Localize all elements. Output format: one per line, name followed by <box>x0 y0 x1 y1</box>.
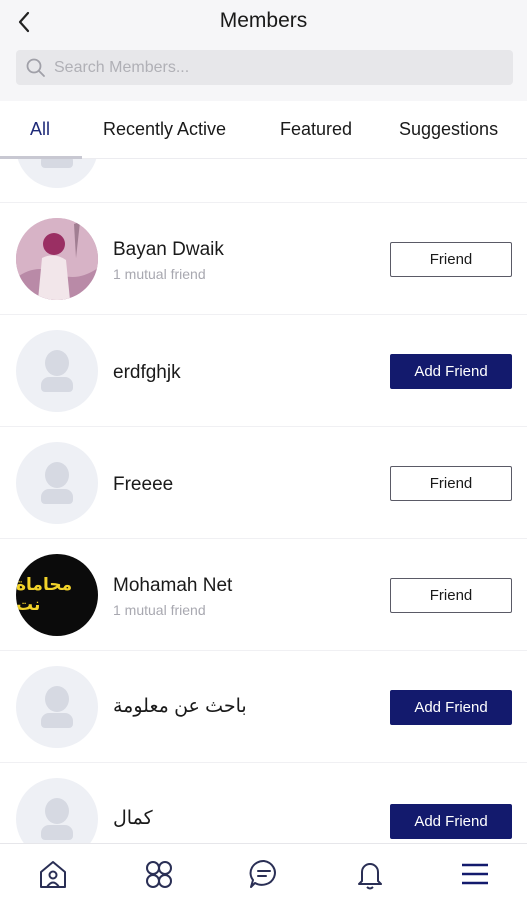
nav-groups[interactable] <box>139 856 179 892</box>
avatar[interactable] <box>16 218 98 300</box>
mutual-friends-count: 1 mutual friend <box>113 266 206 282</box>
list-item[interactable]: محاماة نت Mohamah Net 1 mutual friend Fr… <box>0 539 527 651</box>
list-item[interactable]: Freeee Friend <box>0 427 527 539</box>
groups-icon <box>146 861 172 888</box>
tab-featured[interactable]: Featured <box>280 119 352 140</box>
avatar[interactable] <box>16 330 98 412</box>
avatar-logo-text: محاماة نت <box>16 575 73 615</box>
add-friend-button[interactable]: Add Friend <box>390 804 512 839</box>
member-name[interactable]: Freeee <box>113 474 173 496</box>
bell-icon <box>358 863 382 890</box>
list-item[interactable]: باحث عن معلومة Add Friend <box>0 651 527 763</box>
profile-photo <box>16 218 98 300</box>
messages-icon <box>249 859 276 888</box>
list-item-partial <box>0 159 527 203</box>
bottom-navigation <box>0 843 527 900</box>
member-name[interactable]: كمال <box>113 807 153 830</box>
search-icon <box>26 58 45 77</box>
avatar[interactable] <box>16 778 98 843</box>
app-header: Members <box>0 0 527 101</box>
nav-menu[interactable] <box>455 856 495 892</box>
member-name[interactable]: erdfghjk <box>113 362 181 384</box>
list-item[interactable]: Bayan Dwaik 1 mutual friend Friend <box>0 203 527 315</box>
member-name[interactable]: Bayan Dwaik <box>113 239 224 261</box>
member-list[interactable]: Bayan Dwaik 1 mutual friend Friend erdfg… <box>0 159 527 843</box>
member-filter-tabs: All Recently Active Featured Suggestions <box>0 101 527 159</box>
page-title: Members <box>219 9 308 32</box>
avatar <box>16 159 98 188</box>
nav-notifications[interactable] <box>350 856 390 892</box>
search-bar[interactable] <box>16 50 513 85</box>
add-friend-button[interactable]: Add Friend <box>390 690 512 725</box>
nav-messages[interactable] <box>244 856 284 892</box>
avatar[interactable]: محاماة نت <box>16 554 98 636</box>
friend-button[interactable]: Friend <box>390 466 512 501</box>
member-name[interactable]: Mohamah Net <box>113 575 232 597</box>
avatar[interactable] <box>16 442 98 524</box>
friend-button[interactable]: Friend <box>390 578 512 613</box>
friend-button[interactable]: Friend <box>390 242 512 277</box>
search-input[interactable] <box>54 58 484 77</box>
list-item[interactable]: كمال Add Friend <box>0 763 527 843</box>
nav-home[interactable] <box>33 856 73 892</box>
home-icon <box>40 861 66 888</box>
add-friend-button[interactable]: Add Friend <box>390 354 512 389</box>
tab-suggestions[interactable]: Suggestions <box>399 119 498 140</box>
avatar[interactable] <box>16 666 98 748</box>
mutual-friends-count: 1 mutual friend <box>113 602 206 618</box>
tab-all[interactable]: All <box>30 119 50 140</box>
member-name[interactable]: باحث عن معلومة <box>113 695 247 718</box>
list-item[interactable]: erdfghjk Add Friend <box>0 315 527 427</box>
tab-recently-active[interactable]: Recently Active <box>103 119 226 140</box>
menu-icon <box>462 863 488 885</box>
